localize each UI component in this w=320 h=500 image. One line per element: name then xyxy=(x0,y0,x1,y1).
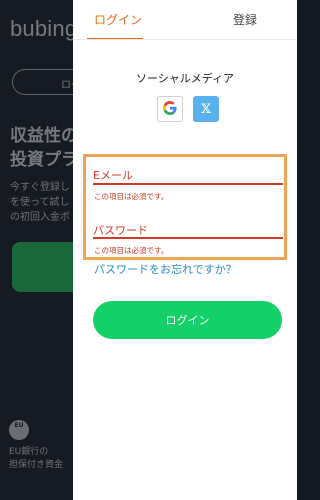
tab-login[interactable]: ログイン xyxy=(94,11,142,28)
social-login-title: ソーシャルメディア xyxy=(135,72,234,85)
google-icon xyxy=(163,100,177,119)
login-submit-label: ログイン xyxy=(165,314,210,327)
tab-register[interactable]: 登録 xyxy=(233,11,257,28)
email-field[interactable] xyxy=(93,183,283,185)
tab-divider xyxy=(73,39,297,40)
password-error-message: この項目は必須です。 xyxy=(94,246,169,255)
email-error-message: この項目は必須です。 xyxy=(94,192,169,201)
password-field-label: パスワード xyxy=(93,224,148,237)
forgot-password-link[interactable]: パスワードをお忘れですか？ xyxy=(94,261,237,277)
password-field[interactable] xyxy=(93,237,283,239)
x-icon: 𝕏 xyxy=(200,101,212,117)
login-submit-button[interactable]: ログイン xyxy=(93,301,282,339)
email-field-label: Eメール xyxy=(93,169,133,182)
login-panel: ログイン 登録 ソーシャルメディア 𝕏 Eメール この項目は必須です。 パスワー… xyxy=(73,0,297,500)
google-login-button[interactable] xyxy=(157,96,183,122)
x-login-button[interactable]: 𝕏 xyxy=(193,96,219,122)
